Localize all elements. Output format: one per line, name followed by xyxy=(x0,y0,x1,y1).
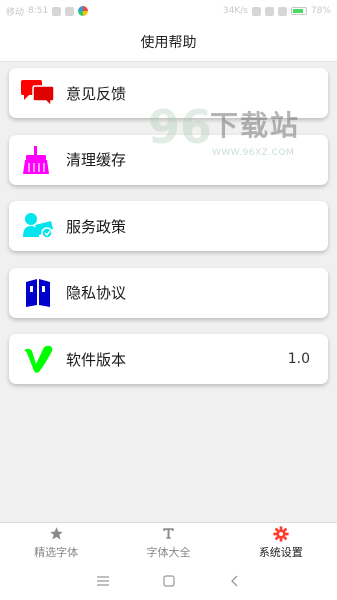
wifi-icon xyxy=(277,6,287,16)
battery-percent-text: 78% xyxy=(310,6,331,16)
tab-featured-fonts[interactable]: 精选字体 xyxy=(0,523,112,562)
home-nav-icon[interactable] xyxy=(161,573,177,589)
notification-icon xyxy=(65,6,75,16)
message-icon xyxy=(52,6,62,16)
menu-item-feedback[interactable]: 意见反馈 xyxy=(9,68,328,118)
menu-item-clear-cache[interactable]: 清理缓存 xyxy=(9,134,328,185)
font-t-icon xyxy=(162,526,175,542)
feedback-chat-icon xyxy=(20,78,56,108)
signal-icon xyxy=(264,6,274,16)
system-navigation-bar xyxy=(0,562,337,600)
broom-icon xyxy=(20,145,56,175)
menu-item-label: 隐私协议 xyxy=(66,284,127,302)
menu-item-label: 意见反馈 xyxy=(66,84,127,103)
menu-item-label: 清理缓存 xyxy=(66,151,127,169)
star-icon xyxy=(49,526,64,542)
back-nav-icon[interactable] xyxy=(227,573,243,589)
version-number: 1.0 xyxy=(287,351,310,367)
tab-label: 精选字体 xyxy=(34,545,79,559)
tab-label: 字体大全 xyxy=(146,545,191,559)
privacy-book-icon xyxy=(20,278,56,308)
title-bar: 使用帮助 xyxy=(0,22,337,62)
carrier-text: 移动 xyxy=(6,7,25,18)
tab-label: 系统设置 xyxy=(258,545,303,559)
menu-item-privacy-agreement[interactable]: 隐私协议 xyxy=(9,267,328,318)
settings-menu-list: 意见反馈 清理缓存 服务政策 隐私协议 软件版本 1.0 xyxy=(9,68,328,401)
clock-text: 8:51 xyxy=(28,6,49,16)
version-v-icon xyxy=(20,344,56,374)
tab-all-fonts[interactable]: 字体大全 xyxy=(112,523,224,562)
bluetooth-icon xyxy=(251,6,261,16)
status-left: 移动 8:51 xyxy=(6,5,89,18)
menu-item-label: 服务政策 xyxy=(66,217,127,236)
bottom-tab-bar: 精选字体 字体大全 系统设置 xyxy=(0,522,337,562)
menu-item-service-policy[interactable]: 服务政策 xyxy=(9,201,328,251)
page-title: 使用帮助 xyxy=(140,34,197,51)
gear-icon xyxy=(273,525,289,542)
status-bar: 移动 8:51 34K/s 78% xyxy=(0,0,337,22)
battery-icon xyxy=(290,7,307,15)
app-colorwheel-icon xyxy=(78,6,89,16)
status-right: 34K/s 78% xyxy=(223,6,331,16)
network-speed-text: 34K/s xyxy=(222,6,248,16)
tab-system-settings[interactable]: 系统设置 xyxy=(225,523,337,562)
menu-item-label: 软件版本 xyxy=(66,350,127,369)
service-icon xyxy=(20,211,56,241)
menu-item-software-version[interactable]: 软件版本 1.0 xyxy=(9,334,328,384)
menu-nav-icon[interactable] xyxy=(95,573,111,589)
